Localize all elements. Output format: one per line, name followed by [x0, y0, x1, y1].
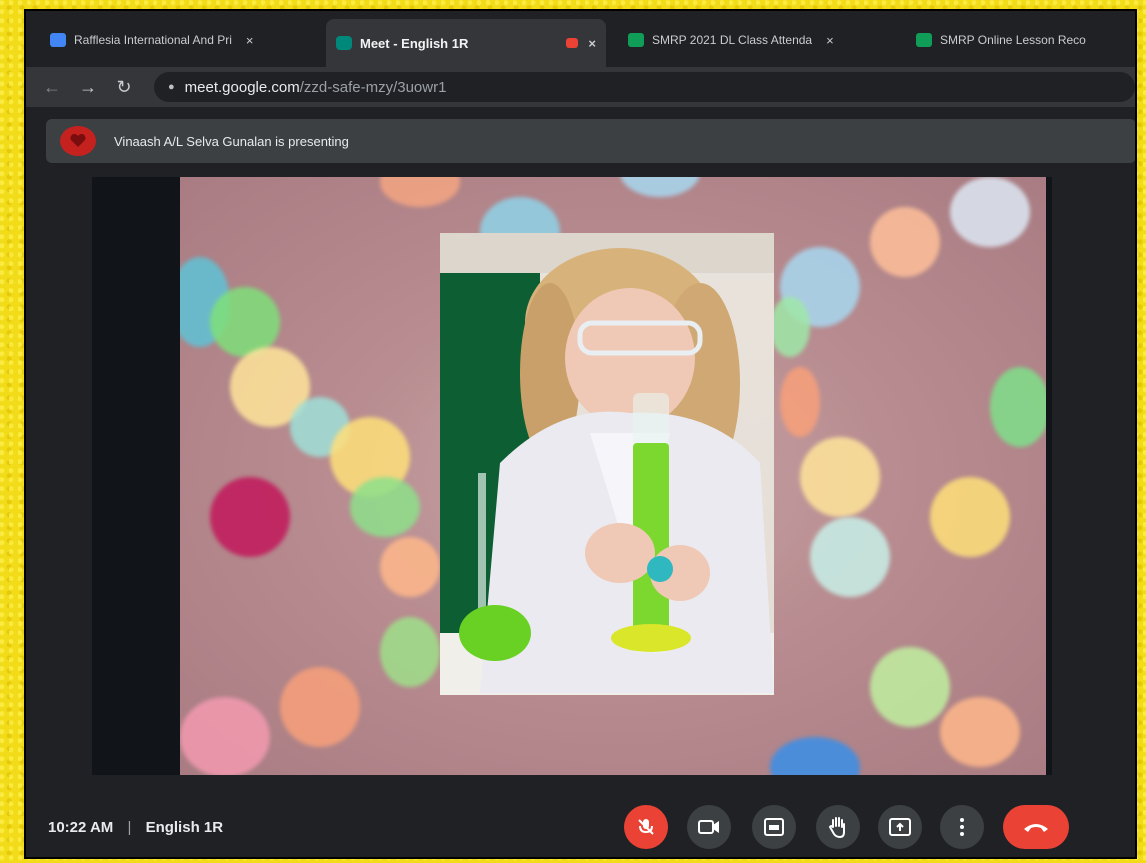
microphone-toggle-button[interactable]: [624, 805, 668, 849]
sheets-icon: [916, 33, 932, 47]
tab-meet[interactable]: Meet - English 1R ×: [326, 19, 606, 67]
browser-tab-strip: Rafflesia International And Pri × Meet -…: [26, 11, 1135, 67]
meet-area: Vinaash A/L Selva Gunalan is presenting: [26, 107, 1135, 857]
recording-icon: [566, 38, 579, 48]
lock-icon: ●: [168, 81, 175, 93]
meeting-info: 10:22 AM | English 1R: [48, 819, 223, 836]
meeting-name: English 1R: [145, 818, 224, 836]
sheets-icon: [628, 33, 644, 47]
screen: Rafflesia International And Pri × Meet -…: [24, 9, 1137, 859]
more-vert-icon: [960, 818, 964, 836]
tab-label: Rafflesia International And Pri: [74, 33, 232, 47]
meet-icon: [336, 36, 352, 50]
close-icon[interactable]: ×: [826, 33, 834, 48]
slide-photo: [440, 233, 774, 695]
tab-label: Meet - English 1R: [360, 35, 469, 51]
call-controls-bar: 10:22 AM | English 1R: [26, 793, 1135, 857]
avatar: [60, 126, 96, 156]
raise-hand-button[interactable]: [816, 805, 860, 849]
captions-button[interactable]: [752, 805, 796, 849]
camera-icon: [698, 820, 719, 834]
present-icon: [889, 818, 911, 836]
separator: |: [127, 818, 132, 836]
mic-off-icon: [638, 819, 654, 835]
more-options-button[interactable]: [940, 805, 984, 849]
presenting-banner: Vinaash A/L Selva Gunalan is presenting: [46, 119, 1135, 163]
back-arrow-icon[interactable]: ←: [34, 77, 70, 98]
camera-toggle-button[interactable]: [687, 805, 731, 849]
address-bar: ← → ↻ ● meet.google.com /zzd-safe-mzy/3u…: [26, 67, 1135, 107]
heart-icon: [70, 134, 86, 147]
hand-icon: [828, 817, 845, 838]
tab-label: SMRP Online Lesson Reco: [940, 33, 1086, 47]
present-now-button[interactable]: [878, 805, 922, 849]
tab-attendance[interactable]: SMRP 2021 DL Class Attenda ×: [618, 23, 844, 57]
presentation-stage: [92, 177, 1052, 775]
close-icon[interactable]: ×: [588, 36, 596, 51]
captions-icon: [764, 818, 784, 836]
shared-slide: [180, 177, 1046, 775]
forward-arrow-icon[interactable]: →: [70, 77, 106, 98]
url-field[interactable]: ● meet.google.com /zzd-safe-mzy/3uowr1: [154, 72, 1135, 102]
clock-time: 10:22 AM: [48, 818, 114, 836]
scientist-girl-image: [440, 233, 774, 695]
presenting-text: Vinaash A/L Selva Gunalan is presenting: [114, 133, 349, 149]
leave-call-button[interactable]: [1003, 805, 1069, 849]
reload-icon[interactable]: ↻: [106, 77, 142, 98]
document-icon: [50, 33, 66, 47]
close-icon[interactable]: ×: [246, 33, 254, 48]
tab-lesson-record[interactable]: SMRP Online Lesson Reco: [906, 23, 1096, 57]
phone-hangup-icon: [1024, 824, 1048, 832]
url-host: meet.google.com: [184, 78, 300, 96]
tab-label: SMRP 2021 DL Class Attenda: [652, 33, 813, 47]
url-path: /zzd-safe-mzy/3uowr1: [299, 78, 447, 96]
tab-rafflesia[interactable]: Rafflesia International And Pri ×: [40, 23, 263, 57]
